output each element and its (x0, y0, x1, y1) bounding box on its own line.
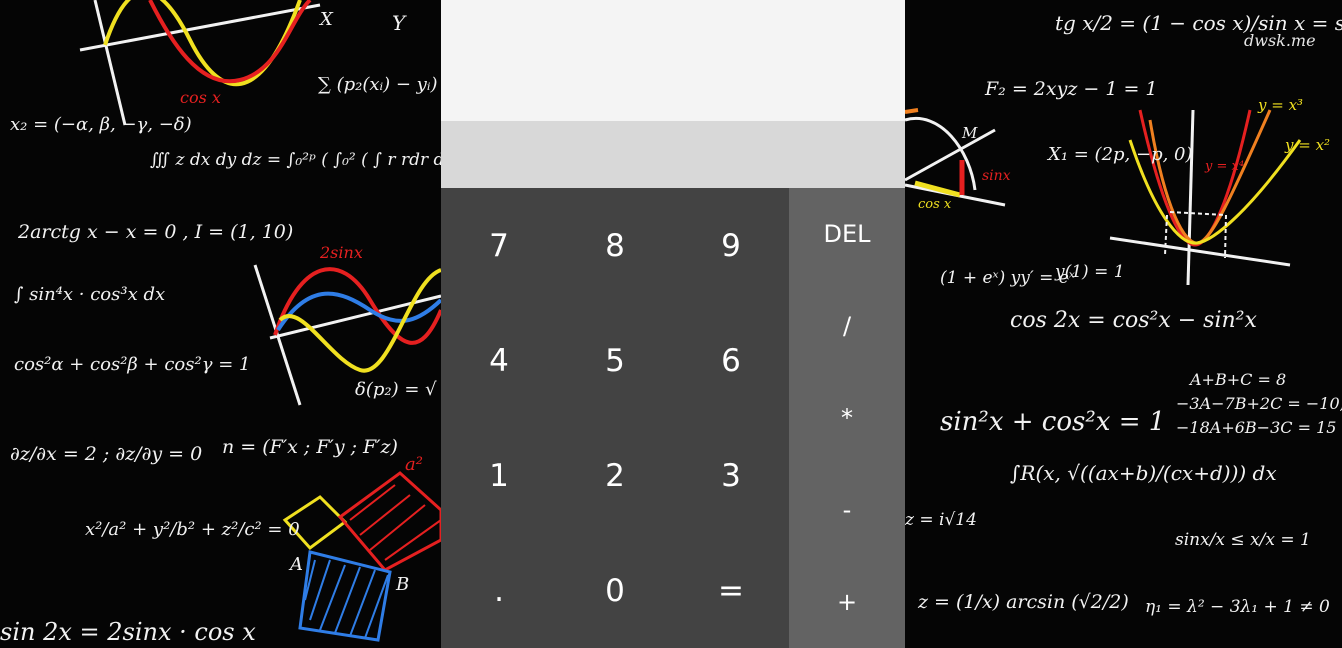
formula-right-8: y(1) = 1 (1054, 262, 1125, 282)
formula-right-18: η₁ = λ² − 3λ₁ + 1 ≠ 0 (1145, 597, 1330, 617)
formula-right-13: sin²x + cos²x = 1 (940, 407, 1165, 437)
key-3[interactable]: 3 (673, 418, 789, 533)
formula-right-20: cos x (918, 197, 952, 212)
formula-right-16: sinx/x ≤ x/x = 1 (1175, 530, 1311, 550)
number-pad: 7 8 9 4 5 6 1 2 3 . 0 = (441, 188, 789, 648)
calculator-window: 7 8 9 4 5 6 1 2 3 . 0 = DEL / * - + (441, 0, 905, 648)
key-8[interactable]: 8 (557, 188, 673, 303)
formula-left-1: Y (392, 11, 407, 35)
formula-right-5: y = x² (1284, 136, 1330, 154)
delete-button[interactable]: DEL (789, 188, 905, 280)
formula-right-2: F₂ = 2xyz − 1 = 1 (984, 78, 1158, 100)
formula-left-17: a² (405, 454, 423, 475)
power-functions-graph (1109, 109, 1302, 286)
formula-left-12: n = (F′x ; F′y ; F′z) (222, 436, 398, 458)
formula-right-11: −3A−7B+2C = −10,3 (1176, 394, 1342, 413)
formula-left-5: cos x (180, 88, 221, 107)
key-0[interactable]: 0 (557, 533, 673, 648)
formula-right-12: −18A+6B−3C = 15 (1176, 418, 1336, 437)
divide-button[interactable]: / (789, 280, 905, 372)
formula-left-9: cos²α + cos²β + cos²γ = 1 (14, 354, 250, 375)
subtract-button[interactable]: - (789, 464, 905, 556)
operator-pad: DEL / * - + (789, 188, 905, 648)
key-1[interactable]: 1 (441, 418, 557, 533)
formula-left-4: ∭ z dx dy dz = ∫₀²ᵖ ( ∫₀² ( ∫ r rdr dφ (150, 150, 456, 170)
formula-left-16: B (395, 574, 409, 595)
wallpaper-watermark: dwsk.me (1244, 31, 1316, 50)
formula-left-13: x²/a² + y²/b² + z²/c² = 0 (85, 519, 300, 540)
key-7[interactable]: 7 (441, 188, 557, 303)
key-5[interactable]: 5 (557, 303, 673, 418)
key-equals[interactable]: = (673, 533, 789, 648)
formula-left-10: δ(p₂) = √ (355, 379, 437, 400)
formula-right-14: ∫R(x, √((ax+b)/(cx+d))) dx (1010, 461, 1277, 485)
key-decimal[interactable]: . (441, 533, 557, 648)
result-display (441, 121, 905, 188)
key-6[interactable]: 6 (673, 303, 789, 418)
key-4[interactable]: 4 (441, 303, 557, 418)
formula-right-6: y = x⁴ (1204, 159, 1244, 174)
formula-right-17: z = (1/x) arcsin (√2/2) (917, 591, 1129, 613)
formula-left-18: X (318, 9, 334, 30)
formula-right-15: z = i√14 (904, 510, 977, 530)
formula-right-3: X₁ = (2p, −p, 0) (1046, 144, 1193, 165)
formula-left-8: 2sinx (319, 243, 363, 262)
expression-display (441, 0, 905, 121)
formula-left-6: 2arctg x − x = 0 , I = (1, 10) (17, 221, 293, 243)
pythagoras-squares (282, 471, 443, 642)
add-button[interactable]: + (789, 556, 905, 648)
formula-right-10: A+B+C = 8 (1188, 370, 1286, 389)
key-9[interactable]: 9 (673, 188, 789, 303)
key-2[interactable]: 2 (557, 418, 673, 533)
formula-right-21: M (961, 124, 978, 142)
formula-left-11: ∂z/∂x = 2 ; ∂z/∂y = 0 (10, 443, 202, 465)
formula-left-3: ∑ (p₂(xᵢ) − yᵢ) (318, 74, 438, 95)
formula-left-14: sin 2x = 2sinx · cos x (0, 618, 256, 646)
formula-right-19: sinx (982, 168, 1011, 184)
formula-left-2: x₂ = (−α, β, −γ, −δ) (10, 114, 192, 135)
multiply-button[interactable]: * (789, 372, 905, 464)
formula-left-7: ∫ sin⁴x · cos³x dx (14, 284, 165, 305)
formula-right-9: cos 2x = cos²x − sin²x (1010, 308, 1257, 333)
formula-left-15: A (288, 554, 303, 575)
unit-circle-graph (904, 108, 1006, 207)
formula-right-4: y = x³ (1257, 96, 1303, 114)
